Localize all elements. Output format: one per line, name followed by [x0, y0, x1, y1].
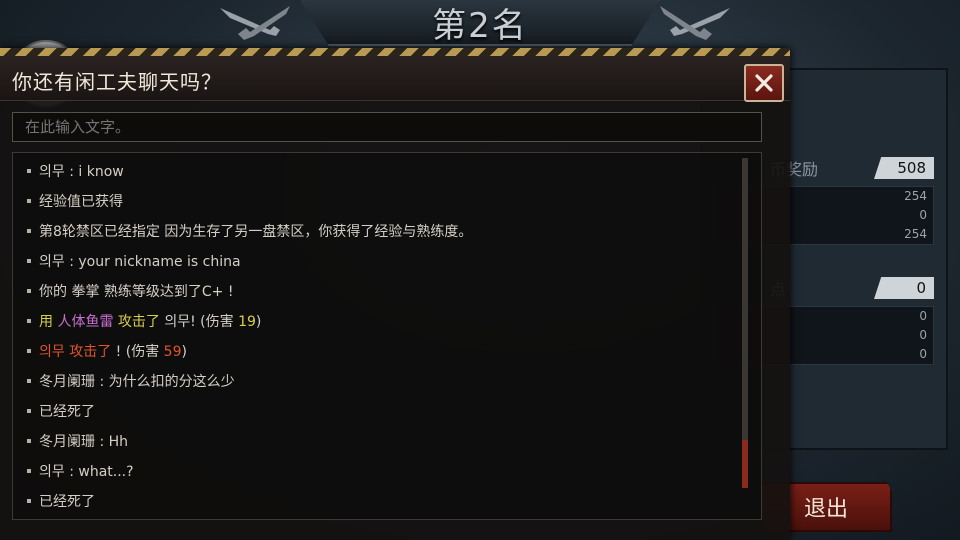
chat-message-text: 经验值已获得 [39, 194, 123, 210]
chat-scrollbar[interactable] [742, 158, 748, 488]
bullet-icon [27, 319, 31, 323]
chat-message-text: 冬月阑珊 : 为什么扣的分这么少 [39, 374, 235, 390]
chat-message: 你的 拳掌 熟练等级达到了C+ ! [13, 277, 761, 307]
bullet-icon [27, 439, 31, 443]
bullet-icon [27, 499, 31, 503]
chat-message: 用 人体鱼雷 攻击了 의무! (伤害 19) [13, 307, 761, 337]
crossed-guns-icon [660, 6, 730, 40]
bullet-icon [27, 469, 31, 473]
chat-dialog: 你还有闲工夫聊天吗？ 의무 : i know 经验值已获得第8轮禁区已经指定 因为… [0, 48, 790, 540]
chat-message: 已经死了 [13, 487, 761, 517]
close-button[interactable] [744, 64, 784, 102]
chat-message-text: 59 [163, 344, 182, 360]
close-icon [755, 74, 773, 92]
chat-message-text: 已经死了 [39, 404, 95, 420]
chat-input[interactable] [12, 112, 762, 142]
points-value: 0 [874, 277, 934, 299]
chat-message-text: 19 [238, 314, 256, 330]
bullet-icon [27, 409, 31, 413]
dialog-title: 你还有闲工夫聊天吗？ [12, 70, 222, 94]
dialog-header: 你还有闲工夫聊天吗？ [0, 56, 790, 102]
crossed-guns-icon [220, 6, 290, 40]
chat-message-text: 第8轮禁区已经指定 因为生存了另一盘禁区，你获得了经验与熟练度。 [39, 224, 473, 240]
bullet-icon [27, 259, 31, 263]
coin-reward-value: 508 [874, 157, 934, 179]
chat-message-text: 攻击了 [113, 314, 165, 330]
chat-message: 冬月阑珊 : Hh [13, 427, 761, 457]
chat-message-text: 의무! (伤害 [164, 314, 239, 330]
chat-message-text: 의무 : your nickname is china [39, 254, 241, 270]
chat-message: 经验值已获得 [13, 187, 761, 217]
chat-message-text: 已经死了 [39, 494, 95, 510]
bullet-icon [27, 379, 31, 383]
bullet-icon [27, 169, 31, 173]
bullet-icon [27, 229, 31, 233]
chat-message: 第8轮禁区已经指定 因为生存了另一盘禁区，你获得了经验与熟练度。 [13, 217, 761, 247]
bullet-icon [27, 199, 31, 203]
chat-message: 의무 : your nickname is china [13, 247, 761, 277]
chat-message-text: 의무 : i know [39, 164, 124, 180]
chat-message-text: 你的 拳掌 熟练等级达到了C+ ! [39, 284, 234, 300]
chat-message: 已经死了 [13, 397, 761, 427]
bullet-icon [27, 289, 31, 293]
hazard-stripe [0, 48, 790, 56]
bullet-icon [27, 349, 31, 353]
chat-message: 의무 : i know [13, 157, 761, 187]
chat-message-text: 의무 : what...? [39, 464, 134, 480]
chat-scrollbar-thumb[interactable] [742, 440, 748, 488]
rank-title: 第2名 [432, 6, 528, 46]
chat-message: 冬月阑珊 : 为什么扣的分这么少 [13, 367, 761, 397]
chat-message: 의무 : what...? [13, 457, 761, 487]
chat-message-text: 攻击了 [69, 344, 112, 360]
chat-message-text: ) [255, 314, 262, 330]
chat-message-list: 의무 : i know 经验值已获得第8轮禁区已经指定 因为生存了另一盘禁区，你获… [13, 153, 761, 517]
chat-message-text: 冬月阑珊 : Hh [39, 434, 129, 450]
chat-message-text: 用 [39, 314, 58, 330]
chat-message-text: ) [181, 344, 187, 360]
chat-message: 의무 攻击了 ! (伤害 59) [13, 337, 761, 367]
chat-message-text: ! (伤害 [111, 344, 164, 360]
chat-log[interactable]: 의무 : i know 经验值已获得第8轮禁区已经指定 因为生存了另一盘禁区，你获… [12, 152, 762, 520]
chat-message-text: 人体鱼雷 [57, 314, 114, 330]
chat-message-text: 의무 [39, 344, 70, 360]
rank-banner: 第2名 [300, 0, 660, 46]
